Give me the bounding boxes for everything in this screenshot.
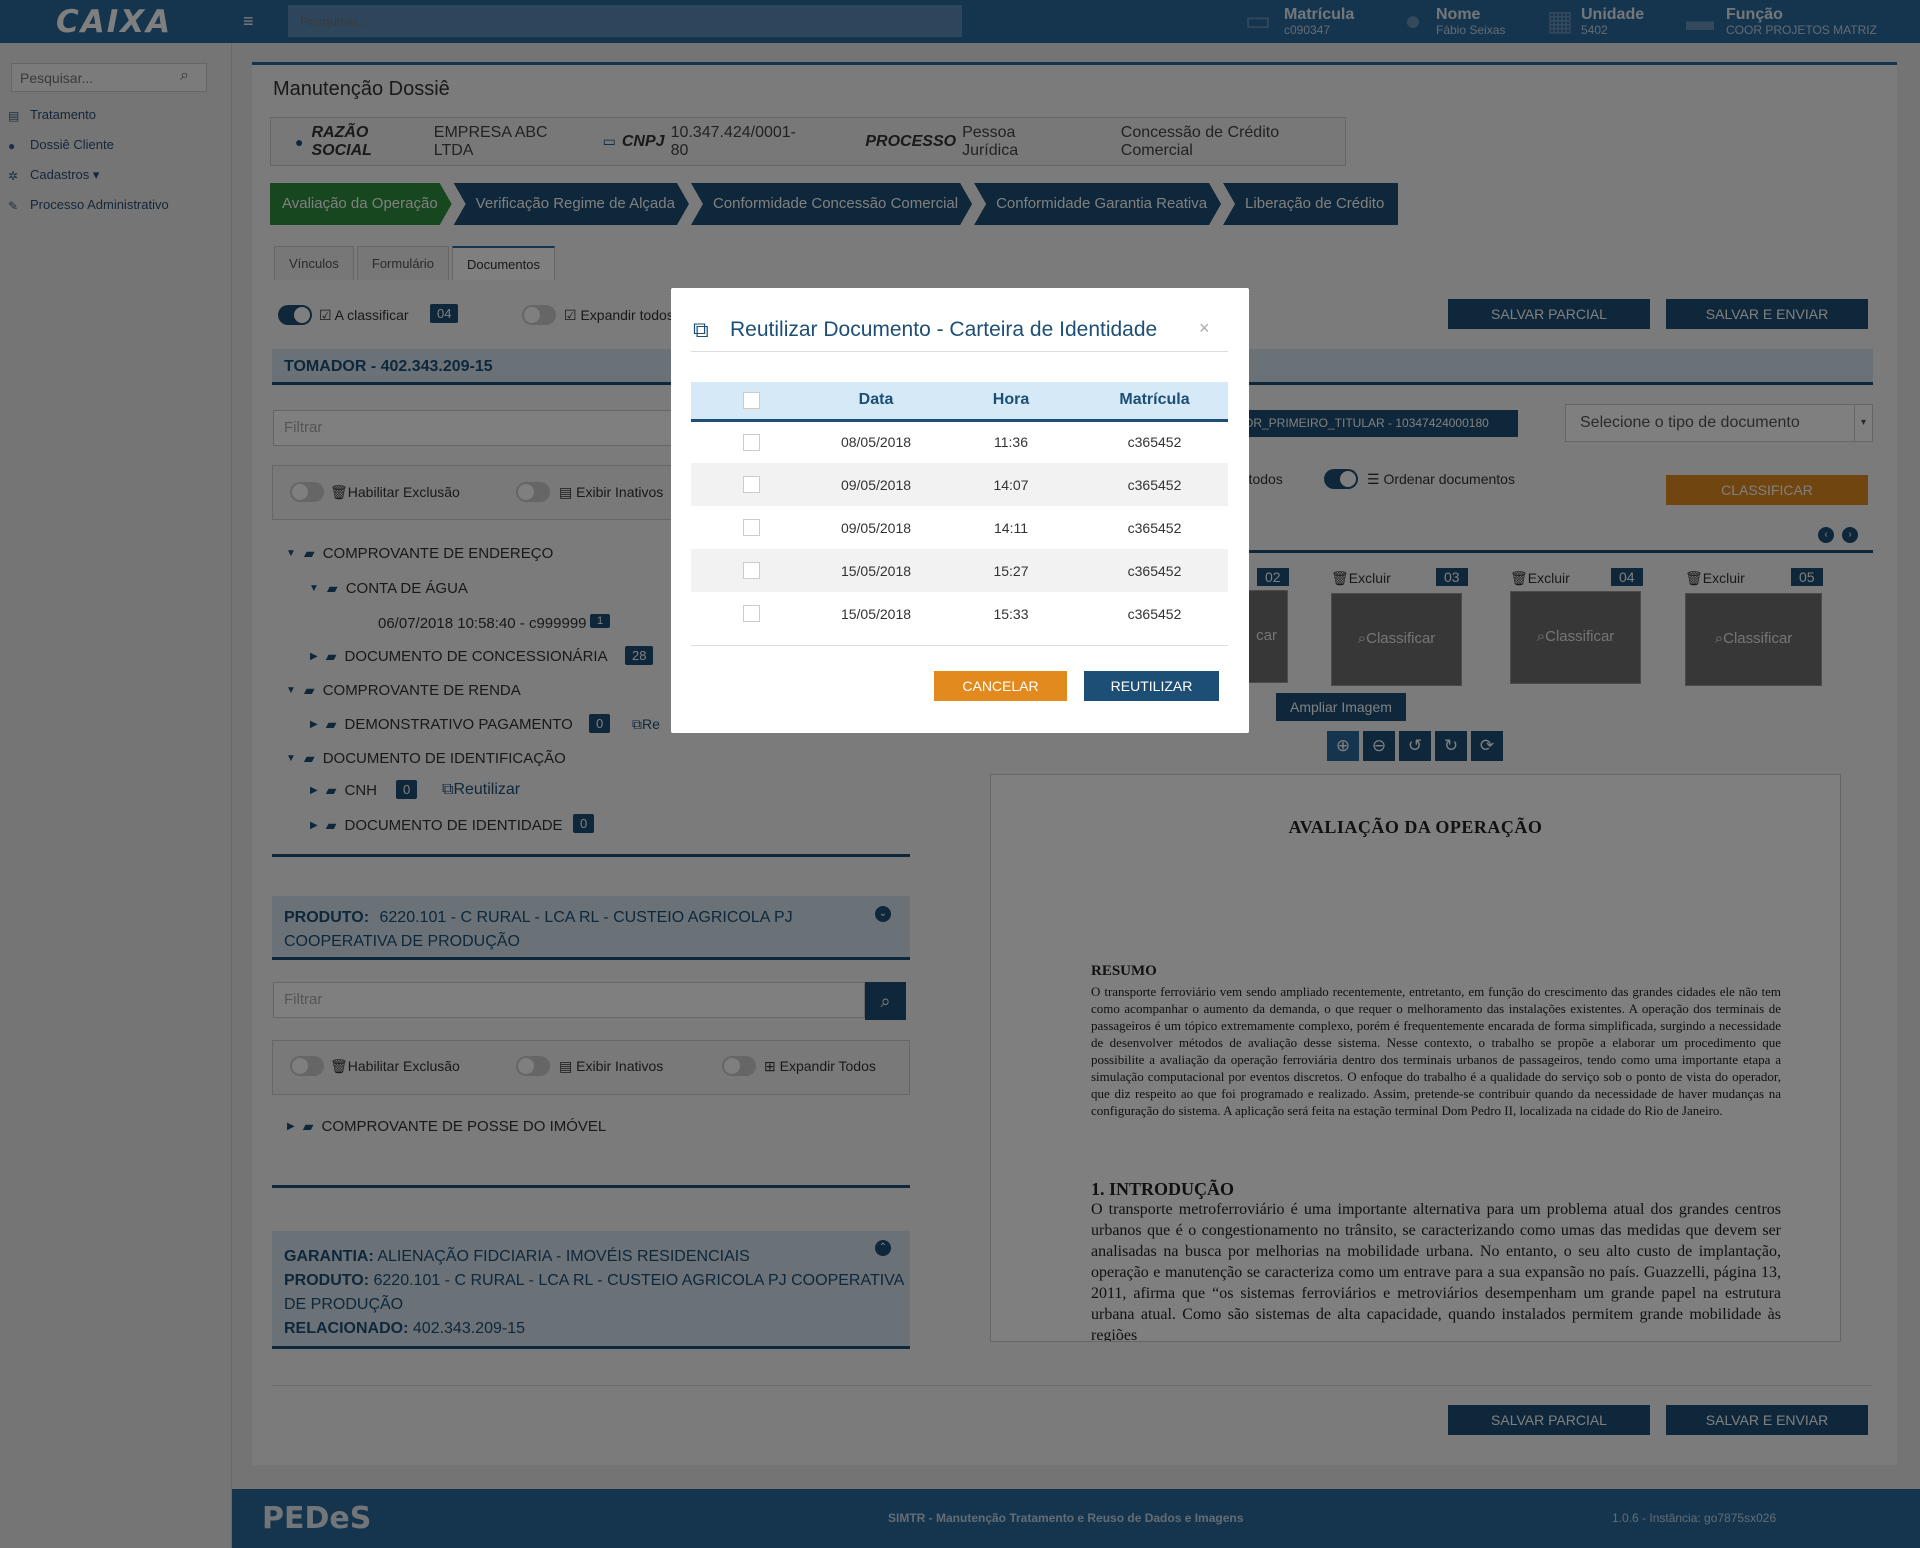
copy-icon: ⧉ (693, 317, 709, 342)
cancel-button[interactable]: CANCELAR (934, 671, 1067, 701)
cell-matricula: c365452 (1127, 434, 1182, 451)
cell-data: 15/05/2018 (811, 549, 941, 592)
row-checkbox-cell (691, 420, 811, 463)
cell-data: 15/05/2018 (840, 605, 912, 622)
cell-hora: 14:11 (994, 519, 1028, 536)
row-checkbox[interactable] (742, 434, 760, 452)
cell-matricula: c365452 (1127, 519, 1182, 536)
table-row[interactable]: 09/05/2018 14:07 c365452 (691, 463, 1228, 506)
column-header-hora[interactable]: Hora (941, 382, 1081, 422)
column-header-data[interactable]: Data (811, 382, 941, 422)
cell-hora: 15:27 (941, 549, 1081, 592)
cell-data: 09/05/2018 (840, 519, 912, 536)
cell-data: 08/05/2018 (840, 434, 912, 451)
divider (691, 645, 1228, 646)
cell-data: 09/05/2018 (811, 463, 941, 506)
table-row[interactable]: 09/05/2018 14:11 c365452 (691, 506, 1228, 549)
reutilizar-button[interactable]: REUTILIZAR (1084, 671, 1219, 701)
row-checkbox[interactable] (742, 476, 760, 494)
row-checkbox-cell (691, 592, 811, 635)
row-checkbox-cell (691, 549, 811, 592)
cell-hora: 15:33 (993, 605, 1029, 622)
select-all-checkbox-cell (691, 382, 811, 422)
reutilizar-table: Data Hora Matrícula 08/05/2018 11:36 c36… (691, 382, 1228, 635)
column-header-matricula[interactable]: Matrícula (1081, 382, 1228, 422)
cell-hora: 11:36 (994, 434, 1028, 451)
cell-matricula: c365452 (1127, 605, 1182, 622)
row-checkbox[interactable] (742, 519, 760, 537)
cell-matricula: c365452 (1081, 463, 1228, 506)
table-row[interactable]: 15/05/2018 15:33 c365452 (691, 592, 1228, 635)
row-checkbox-cell (691, 506, 811, 549)
cell-matricula: c365452 (1081, 549, 1228, 592)
divider (691, 351, 1228, 352)
modal-backdrop[interactable] (0, 0, 1920, 1548)
select-all-checkbox[interactable] (742, 391, 760, 409)
table-row[interactable]: 08/05/2018 11:36 c365452 (691, 420, 1228, 463)
row-checkbox-cell (691, 463, 811, 506)
table-row[interactable]: 15/05/2018 15:27 c365452 (691, 549, 1228, 592)
reutilizar-modal: ⧉ Reutilizar Documento - Carteira de Ide… (671, 288, 1249, 733)
modal-title: Reutilizar Documento - Carteira de Ident… (730, 318, 1158, 341)
row-checkbox[interactable] (742, 605, 760, 623)
table-header-row: Data Hora Matrícula (691, 382, 1228, 422)
cell-hora: 14:07 (941, 463, 1081, 506)
close-icon[interactable]: × (1199, 318, 1210, 339)
row-checkbox[interactable] (742, 562, 760, 580)
